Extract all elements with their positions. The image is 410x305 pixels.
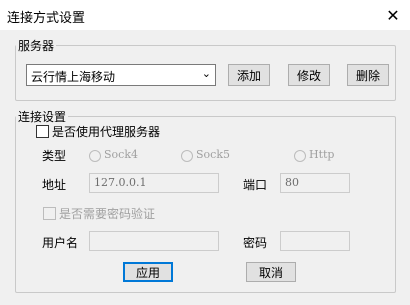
edit-server-label: 修改	[296, 68, 321, 83]
title-bar: 连接方式设置 ✕	[0, 0, 410, 30]
delete-server-label: 删除	[355, 68, 380, 83]
server-group: 服务器 云行情上海移动 ⌄ 添加 修改 删除	[15, 37, 396, 101]
address-input[interactable]: 127.0.0.1	[89, 173, 219, 193]
port-label: 端口	[243, 178, 268, 192]
server-select-value: 云行情上海移动	[31, 70, 116, 84]
dialog-body: 服务器 云行情上海移动 ⌄ 添加 修改 删除 连接设置 是否使用代理服务器 类型…	[0, 30, 410, 305]
password-label: 密码	[243, 236, 268, 250]
port-input[interactable]: 80	[280, 173, 350, 193]
window-title: 连接方式设置	[7, 11, 86, 26]
cancel-label: 取消	[258, 265, 283, 280]
radio-sock5[interactable]	[181, 150, 193, 162]
cancel-button[interactable]: 取消	[246, 262, 296, 282]
server-select[interactable]: 云行情上海移动 ⌄	[26, 64, 216, 86]
use-proxy-checkbox[interactable]	[36, 125, 49, 138]
radio-http-label: Http	[309, 148, 335, 161]
connection-group: 连接设置 是否使用代理服务器 类型 Sock4 Sock5 Http 地址 12…	[15, 108, 396, 293]
username-label: 用户名	[42, 236, 79, 250]
address-label: 地址	[42, 178, 67, 192]
radio-http[interactable]	[294, 150, 306, 162]
need-password-label: 是否需要密码验证	[59, 207, 156, 221]
username-input[interactable]	[89, 231, 219, 251]
password-input[interactable]	[280, 231, 350, 251]
close-button[interactable]: ✕	[376, 0, 410, 30]
radio-sock4[interactable]	[89, 150, 101, 162]
close-icon: ✕	[386, 5, 400, 25]
add-server-button[interactable]: 添加	[228, 64, 270, 86]
chevron-down-icon: ⌄	[201, 67, 211, 80]
add-server-label: 添加	[236, 68, 261, 83]
apply-button[interactable]: 应用	[123, 262, 173, 282]
use-proxy-label: 是否使用代理服务器	[52, 125, 161, 139]
apply-label: 应用	[135, 265, 160, 280]
type-label: 类型	[42, 149, 67, 163]
need-password-checkbox[interactable]	[43, 207, 56, 220]
radio-sock4-label: Sock4	[104, 148, 138, 161]
server-group-title: 服务器	[16, 37, 57, 54]
delete-server-button[interactable]: 删除	[347, 64, 389, 86]
edit-server-button[interactable]: 修改	[288, 64, 330, 86]
radio-sock5-label: Sock5	[196, 148, 230, 161]
